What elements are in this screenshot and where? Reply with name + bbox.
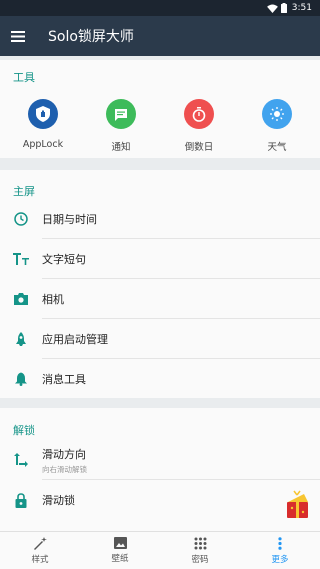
settings-row-app-launch[interactable]: 应用启动管理 <box>0 319 320 359</box>
home-card: 主屏 日期与时间 文字短句 相机 应用启动管理 消息工具 <box>0 170 320 398</box>
bell-icon <box>15 372 27 386</box>
tab-label: 更多 <box>271 554 289 565</box>
home-section-title: 主屏 <box>13 185 35 198</box>
settings-row-slide-lock[interactable]: 滑动锁 <box>0 480 320 520</box>
applock-icon <box>28 99 58 129</box>
battery-icon <box>280 3 287 13</box>
grid-dots-icon <box>194 537 206 549</box>
tools-card: 工具 AppLock 通知 倒数日 天气 <box>0 60 320 158</box>
row-label: 相机 <box>42 293 64 306</box>
lock-icon <box>15 492 27 508</box>
bottom-navigation: 样式 壁纸 密码 更多 <box>0 531 320 569</box>
status-time: 3:51 <box>291 3 312 13</box>
tool-label: AppLock <box>22 139 64 150</box>
tool-label: 通知 <box>111 142 131 153</box>
menu-button[interactable] <box>4 16 32 56</box>
chat-icon <box>106 99 136 129</box>
tool-applock[interactable]: AppLock <box>8 99 78 153</box>
row-label: 文字短句 <box>42 253 86 266</box>
tab-style[interactable]: 样式 <box>0 532 80 569</box>
row-label: 日期与时间 <box>42 213 97 226</box>
tab-more[interactable]: 更多 <box>240 532 320 569</box>
unlock-section-title: 解锁 <box>13 424 35 437</box>
clock-icon <box>14 212 28 226</box>
row-label: 滑动方向 <box>42 447 86 461</box>
row-label: 滑动锁 <box>42 494 75 507</box>
settings-row-camera[interactable]: 相机 <box>0 279 320 319</box>
status-bar: 3:51 <box>0 0 320 16</box>
app-bar: Solo锁屏大师 <box>0 16 320 56</box>
tab-label: 样式 <box>31 554 49 565</box>
camera-icon <box>14 293 28 305</box>
tab-password[interactable]: 密码 <box>160 532 240 569</box>
tool-countdown[interactable]: 倒数日 <box>164 99 234 153</box>
rocket-icon <box>16 331 26 346</box>
row-sublabel: 向右滑动解锁 <box>42 464 87 474</box>
unlock-card: 解锁 滑动方向 向右滑动解锁 滑动锁 <box>0 408 320 531</box>
tool-notification[interactable]: 通知 <box>86 99 156 153</box>
sun-icon <box>262 99 292 129</box>
tab-label: 密码 <box>191 554 209 565</box>
more-vertical-icon <box>278 536 282 550</box>
settings-row-datetime[interactable]: 日期与时间 <box>0 199 320 239</box>
hamburger-icon <box>11 30 25 42</box>
text-size-icon <box>13 253 29 265</box>
timer-icon <box>184 99 214 129</box>
tools-section-title: 工具 <box>13 71 35 84</box>
app-title: Solo锁屏大师 <box>48 29 134 45</box>
tool-label: 天气 <box>267 142 287 153</box>
row-label: 消息工具 <box>42 373 86 386</box>
settings-row-text[interactable]: 文字短句 <box>0 239 320 279</box>
tab-wallpaper[interactable]: 壁纸 <box>80 532 160 569</box>
tool-label: 倒数日 <box>184 142 214 153</box>
magic-wand-icon <box>33 536 47 550</box>
image-icon <box>113 537 127 549</box>
settings-row-message-tools[interactable]: 消息工具 <box>0 359 320 399</box>
gift-icon[interactable] <box>282 490 312 520</box>
wifi-icon <box>266 3 278 13</box>
tool-weather[interactable]: 天气 <box>242 99 312 153</box>
tab-label: 壁纸 <box>111 554 129 564</box>
row-label: 应用启动管理 <box>42 333 108 346</box>
settings-row-slide-direction[interactable]: 滑动方向 向右滑动解锁 <box>0 440 320 480</box>
swap-arrows-icon <box>14 453 28 467</box>
